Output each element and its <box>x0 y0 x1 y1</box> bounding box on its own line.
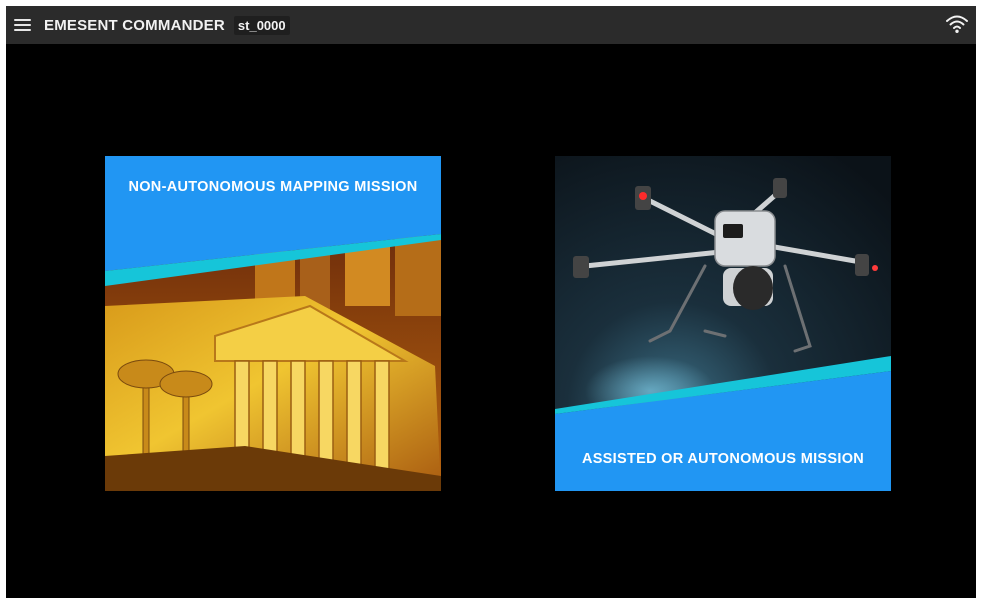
app-title: EMESENT COMMANDER <box>44 16 225 34</box>
app-window: EMESENT COMMANDER st_0000 NON-AUTONOMOUS… <box>6 6 976 598</box>
hamburger-menu-icon[interactable] <box>14 18 32 32</box>
autonomous-mission-card[interactable]: ASSISTED OR AUTONOMOUS MISSION <box>555 156 891 491</box>
station-id-badge: st_0000 <box>233 15 290 35</box>
wifi-icon[interactable] <box>946 14 968 34</box>
drone-in-tunnel-image <box>555 156 891 491</box>
autonomous-mission-label: ASSISTED OR AUTONOMOUS MISSION <box>581 451 865 467</box>
mapping-mission-card[interactable]: NON-AUTONOMOUS MAPPING MISSION <box>105 156 441 491</box>
point-cloud-building-image <box>105 156 441 491</box>
mapping-mission-label: NON-AUTONOMOUS MAPPING MISSION <box>128 179 418 195</box>
top-app-bar: EMESENT COMMANDER st_0000 <box>6 6 976 44</box>
